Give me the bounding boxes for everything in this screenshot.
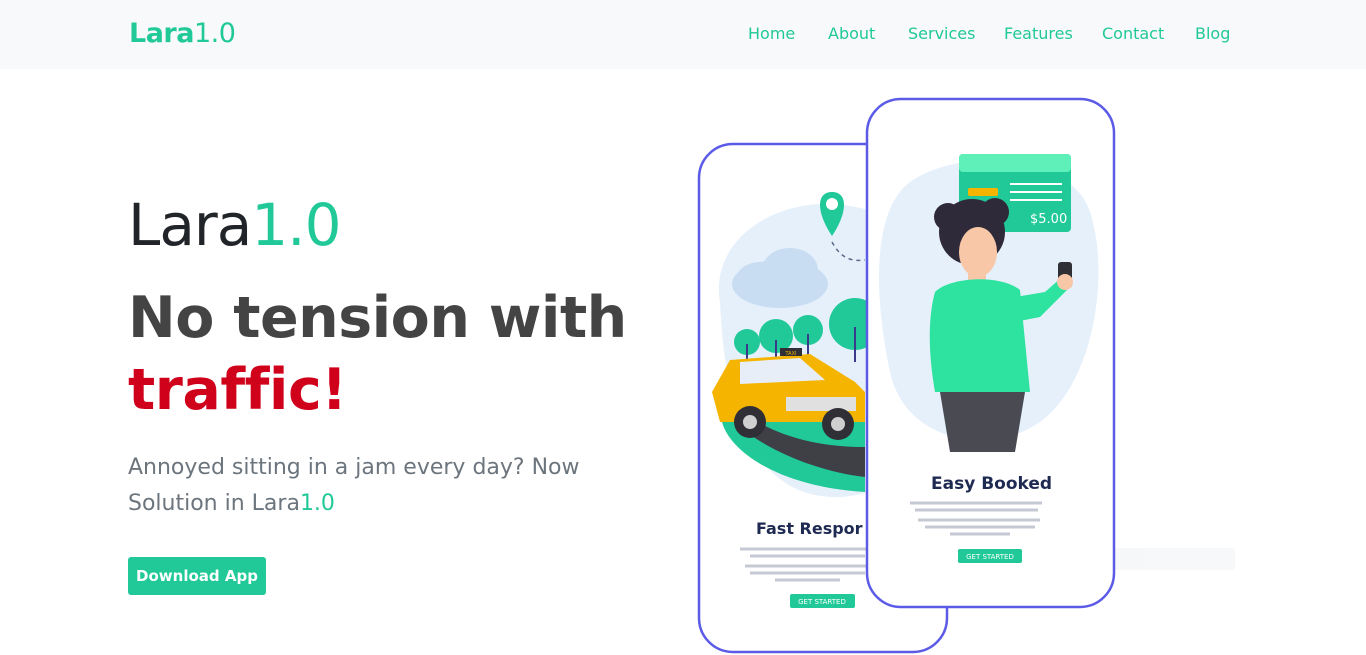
headline-line1: No tension with	[128, 285, 627, 351]
subtitle-text: Annoyed sitting in a jam every day? Now …	[128, 455, 580, 516]
nav-about[interactable]: About	[828, 24, 875, 44]
taxi-sign-text: TAXI	[785, 351, 797, 357]
front-phone: $5.00 Easy Booked GET STARTED	[865, 97, 1116, 609]
back-phone-title: Fast Respor	[756, 519, 863, 538]
hero-title-main: Lara	[128, 191, 252, 259]
back-phone-button-label: GET STARTED	[798, 598, 846, 606]
brand-strong: Lara	[129, 18, 194, 49]
card-price: $5.00	[1030, 212, 1067, 227]
phones-illustration: TAXI Fast Respor GET STARTED $5.00 Easy …	[697, 97, 1116, 654]
front-phone-title: Easy Booked	[931, 474, 1052, 494]
nav-services[interactable]: Services	[908, 24, 975, 44]
nav-features[interactable]: Features	[1004, 24, 1073, 44]
navbar: Lara1.0 Home About Services Features Con…	[0, 0, 1366, 69]
brand-light: 1.0	[193, 18, 236, 49]
nav-home[interactable]: Home	[748, 24, 795, 44]
download-app-button[interactable]: Download App	[128, 557, 266, 595]
hero-title-accent: 1.0	[251, 191, 341, 259]
hero-headline: No tension with traffic!	[128, 282, 648, 426]
nav-contact[interactable]: Contact	[1102, 24, 1164, 44]
hero-subtitle: Annoyed sitting in a jam every day? Now …	[128, 450, 598, 522]
front-phone-button-label: GET STARTED	[966, 553, 1014, 561]
nav-blog[interactable]: Blog	[1195, 24, 1230, 44]
hero-title: Lara1.0	[128, 190, 342, 260]
brand-logo[interactable]: Lara1.0	[129, 17, 236, 51]
headline-line2: traffic!	[128, 357, 347, 423]
subtitle-accent: 1.0	[299, 491, 335, 516]
